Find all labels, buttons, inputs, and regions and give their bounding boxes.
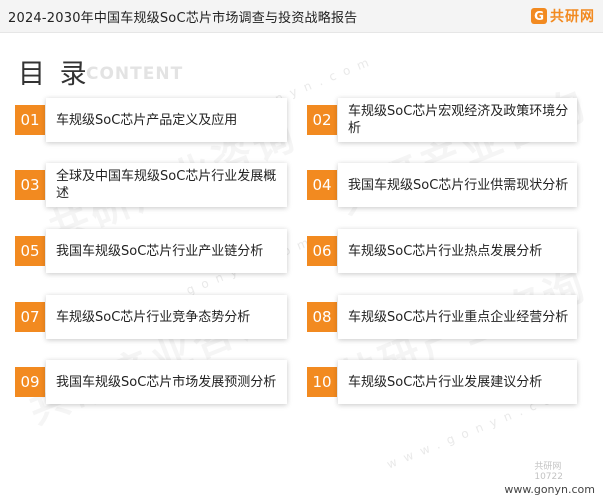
toc-label: 全球及中国车规级SoC芯片行业发展概述 <box>46 163 287 207</box>
toc-label: 车规级SoC芯片行业重点企业经营分析 <box>338 295 577 339</box>
toc-label: 我国车规级SoC芯片行业供需现状分析 <box>338 163 577 207</box>
toc-item[interactable]: 04 我国车规级SoC芯片行业供需现状分析 <box>307 163 577 207</box>
logo-icon: G <box>531 8 547 24</box>
toc-label: 我国车规级SoC芯片行业产业链分析 <box>46 229 287 273</box>
toc-number: 06 <box>307 236 337 266</box>
toc-item[interactable]: 07 车规级SoC芯片行业竞争态势分析 <box>15 295 287 339</box>
toc-number: 07 <box>15 302 45 332</box>
toc-number: 01 <box>15 105 45 135</box>
toc-number: 09 <box>15 367 45 397</box>
toc-item[interactable]: 05 我国车规级SoC芯片行业产业链分析 <box>15 229 287 273</box>
toc-label: 车规级SoC芯片行业竞争态势分析 <box>46 295 287 339</box>
toc-number: 02 <box>307 105 337 135</box>
toc-label: 车规级SoC芯片产品定义及应用 <box>46 98 287 142</box>
toc-label: 车规级SoC芯片行业热点发展分析 <box>338 229 577 273</box>
toc-label: 车规级SoC芯片行业发展建议分析 <box>338 360 577 404</box>
toc-item[interactable]: 10 车规级SoC芯片行业发展建议分析 <box>307 360 577 404</box>
stamp-line: 共研网 <box>534 462 562 472</box>
toc-number: 03 <box>15 170 45 200</box>
toc-item[interactable]: 08 车规级SoC芯片行业重点企业经营分析 <box>307 295 577 339</box>
toc-label: 我国车规级SoC芯片市场发展预测分析 <box>46 360 287 404</box>
toc-item[interactable]: 02 车规级SoC芯片宏观经济及政策环境分析 <box>307 98 577 142</box>
toc-item[interactable]: 09 我国车规级SoC芯片市场发展预测分析 <box>15 360 287 404</box>
logo-text: 共研网 <box>550 9 595 25</box>
toc-number: 08 <box>307 302 337 332</box>
toc-number: 04 <box>307 170 337 200</box>
toc-item[interactable]: 01 车规级SoC芯片产品定义及应用 <box>15 98 287 142</box>
watermark-stamp: 共研网 10722 <box>534 462 563 482</box>
toc-number: 10 <box>307 367 337 397</box>
toc-label: 车规级SoC芯片宏观经济及政策环境分析 <box>338 98 577 142</box>
gonyn-logo: G 共研网 <box>531 6 595 26</box>
report-header: 2024-2030年中国车规级SoC芯片市场调查与投资战略报告 G 共研网 <box>0 0 603 33</box>
toc-number: 05 <box>15 236 45 266</box>
toc-item[interactable]: 06 车规级SoC芯片行业热点发展分析 <box>307 229 577 273</box>
footer-url[interactable]: www.gonyn.com <box>504 483 595 496</box>
stamp-line: 10722 <box>534 472 563 482</box>
toc-item[interactable]: 03 全球及中国车规级SoC芯片行业发展概述 <box>15 163 287 207</box>
toc-title: 目 录 <box>18 59 90 90</box>
report-title: 2024-2030年中国车规级SoC芯片市场调查与投资战略报告 <box>8 11 358 26</box>
toc-subtitle: CONTENT <box>86 64 184 84</box>
